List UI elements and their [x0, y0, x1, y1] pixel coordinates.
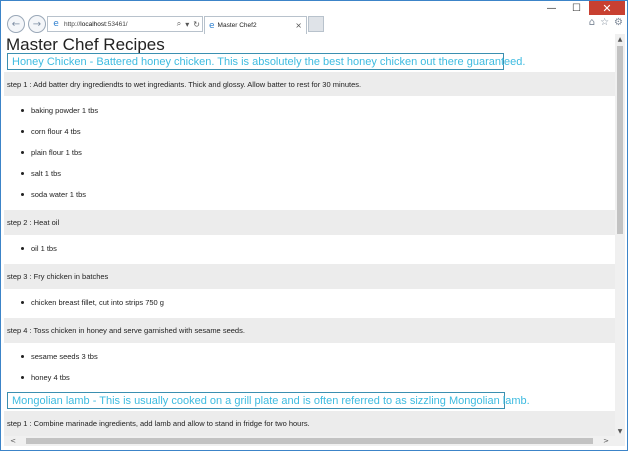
- ingredient-text: soda water 1 tbs: [31, 190, 87, 199]
- scrollbar-corner: [615, 436, 625, 446]
- address-url[interactable]: http://localhost:53461/: [64, 21, 175, 28]
- tab-close-icon[interactable]: ×: [295, 21, 306, 30]
- tab-title: Master Chef2: [217, 22, 257, 29]
- tab-master-chef2[interactable]: e Master Chef2 ×: [204, 16, 307, 34]
- bullet-icon: [21, 193, 24, 196]
- ingredient-item: soda water 1 tbs: [21, 190, 86, 199]
- page-content: Master Chef Recipes Honey Chicken - Batt…: [4, 34, 615, 436]
- forward-button[interactable]: →: [28, 15, 46, 33]
- vertical-scroll-thumb[interactable]: [617, 46, 623, 234]
- bullet-icon: [21, 376, 24, 379]
- ingredient-text: plain flour 1 tbs: [31, 148, 82, 157]
- recipe-step: step 4 : Toss chicken in honey and serve…: [4, 318, 615, 343]
- bullet-icon: [21, 301, 24, 304]
- recipe-step: step 1 : Add batter dry ingrediendts to …: [4, 72, 615, 96]
- navigation-bar: ← → e http://localhost:53461/ ⌕ ▾ ↻ e Ma…: [1, 14, 627, 34]
- ingredient-text: salt 1 tbs: [31, 169, 62, 178]
- url-host: localhost: [80, 20, 106, 28]
- recipe-step: step 3 : Fry chicken in batches: [4, 264, 615, 289]
- bullet-icon: [21, 172, 24, 175]
- ingredient-item: baking powder 1 tbs: [21, 106, 98, 115]
- ingredient-text: baking powder 1 tbs: [31, 106, 99, 115]
- browser-window: — ☐ ✕ ← → e http://localhost:53461/ ⌕ ▾ …: [0, 0, 628, 451]
- ingredient-item: salt 1 tbs: [21, 169, 61, 178]
- ingredient-item: plain flour 1 tbs: [21, 148, 82, 157]
- bullet-icon: [21, 151, 24, 154]
- home-icon[interactable]: ⌂: [589, 17, 595, 28]
- recipe-heading: Mongolian lamb - This is usually cooked …: [7, 392, 530, 409]
- recipe-step: step 2 : Heat oil: [4, 210, 615, 235]
- search-icon[interactable]: ⌕: [175, 19, 183, 29]
- page-title: Master Chef Recipes: [6, 35, 165, 54]
- recipe-step: step 1 : Combine marinade ingredients, a…: [4, 411, 615, 436]
- url-scheme: http://: [64, 20, 81, 28]
- scroll-right-icon[interactable]: >: [601, 436, 611, 446]
- ingredient-text: oil 1 tbs: [31, 244, 57, 253]
- maximize-button[interactable]: ☐: [564, 1, 589, 15]
- chevron-down-icon[interactable]: ▾: [183, 20, 191, 29]
- ie-logo-icon: e: [209, 20, 215, 31]
- refresh-icon[interactable]: ↻: [191, 20, 202, 29]
- scroll-left-icon[interactable]: <: [8, 436, 18, 446]
- toolbar-icons: ⌂ ☆ ⚙: [589, 17, 623, 28]
- ingredient-text: honey 4 tbs: [31, 373, 70, 382]
- ingredient-item: honey 4 tbs: [21, 373, 70, 382]
- back-button[interactable]: ←: [7, 15, 25, 33]
- window-caption-buttons: — ☐ ✕: [539, 1, 625, 15]
- bullet-icon: [21, 109, 24, 112]
- ingredient-item: sesame seeds 3 tbs: [21, 352, 98, 361]
- scroll-down-icon[interactable]: ▼: [615, 426, 625, 436]
- ingredient-item: chicken breast fillet, cut into strips 7…: [21, 298, 164, 307]
- address-bar[interactable]: e http://localhost:53461/ ⌕ ▾ ↻: [47, 16, 203, 32]
- ingredient-item: corn flour 4 tbs: [21, 127, 81, 136]
- ie-logo-icon: e: [53, 19, 59, 29]
- scroll-up-icon[interactable]: ▲: [615, 34, 625, 44]
- gear-icon[interactable]: ⚙: [614, 17, 623, 28]
- favorites-icon[interactable]: ☆: [600, 17, 609, 28]
- horizontal-scrollbar[interactable]: < >: [4, 436, 615, 446]
- ingredient-text: sesame seeds 3 tbs: [31, 352, 98, 361]
- ingredient-item: oil 1 tbs: [21, 244, 57, 253]
- close-button[interactable]: ✕: [589, 1, 625, 15]
- recipe-heading: Honey Chicken - Battered honey chicken. …: [7, 53, 525, 70]
- new-tab-button[interactable]: [308, 16, 324, 32]
- bullet-icon: [21, 247, 24, 250]
- url-port: :53461/: [105, 20, 128, 28]
- ingredient-text: corn flour 4 tbs: [31, 127, 81, 136]
- horizontal-scroll-thumb[interactable]: [26, 438, 593, 444]
- bullet-icon: [21, 355, 24, 358]
- bullet-icon: [21, 130, 24, 133]
- minimize-button[interactable]: —: [539, 1, 564, 15]
- vertical-scrollbar[interactable]: ▲ ▼: [615, 34, 625, 436]
- ingredient-text: chicken breast fillet, cut into strips 7…: [31, 298, 164, 307]
